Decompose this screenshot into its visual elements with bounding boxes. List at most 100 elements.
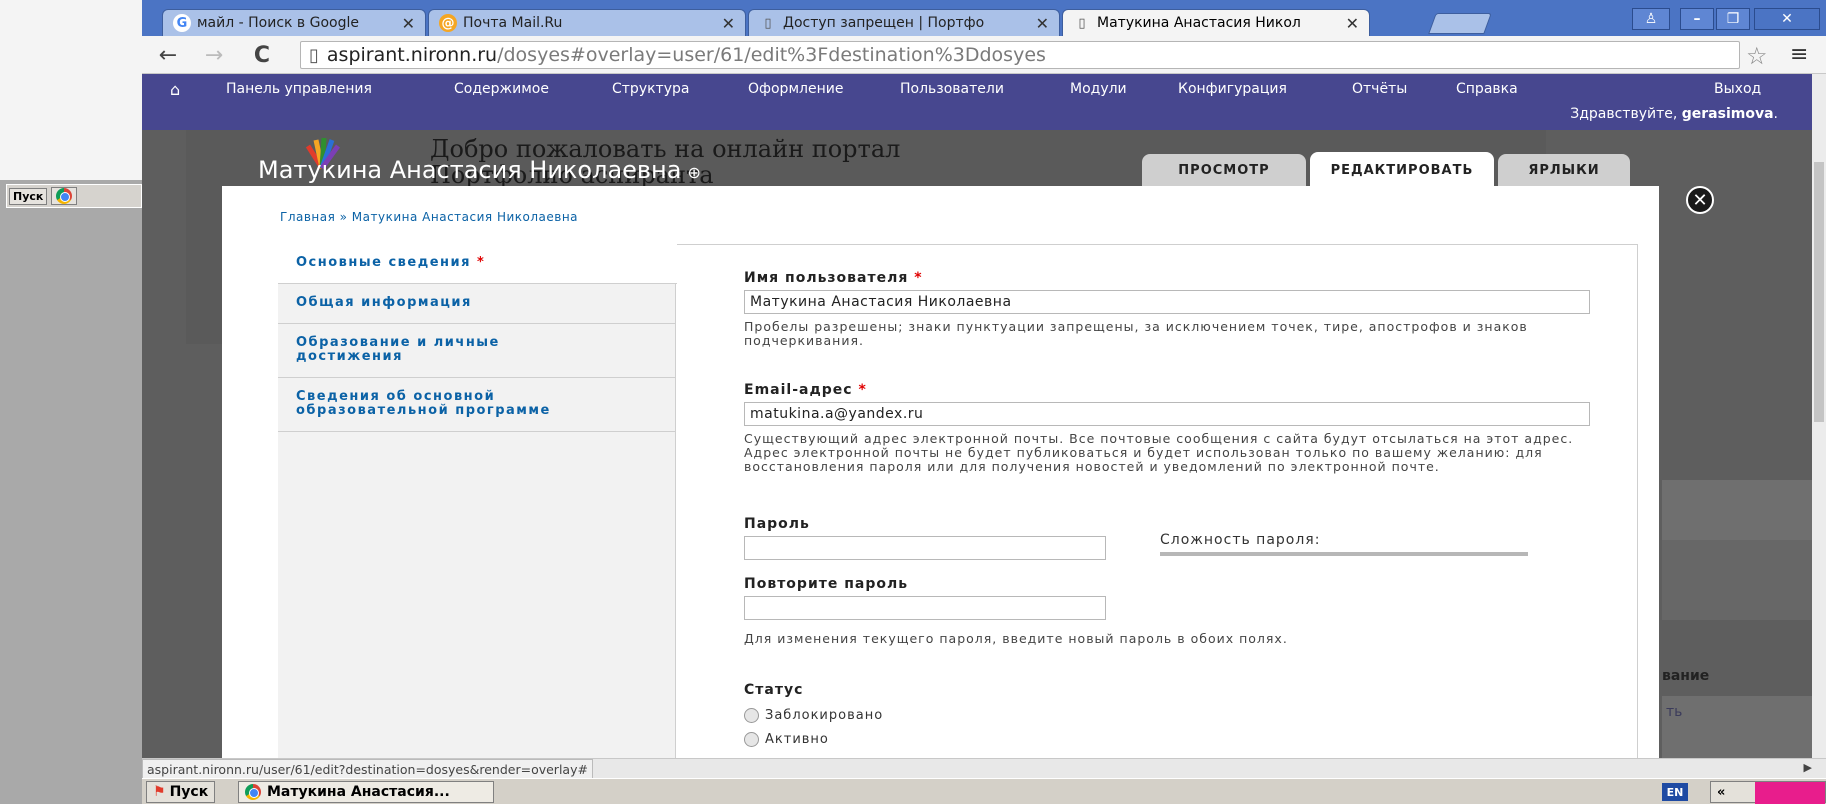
tab-mail-ru[interactable]: @ Почта Mail.Ru ✕	[428, 9, 746, 36]
windows-flag-icon: ⚑	[153, 784, 166, 800]
tab-google-search[interactable]: G майл - Поиск в Google ✕	[162, 9, 426, 36]
email-label-text: Email-адрес	[744, 382, 853, 398]
vtab-label: Основные сведения	[296, 255, 471, 270]
background-side-block	[1662, 480, 1818, 540]
background-link: ть	[1666, 704, 1683, 720]
address-bar[interactable]: ▯ aspirant.nironn.ru/dosyes#overlay=user…	[300, 41, 1740, 69]
password-hint: Для изменения текущего пароля, введите н…	[744, 631, 1288, 646]
username-input[interactable]	[744, 290, 1590, 314]
status-url: aspirant.nironn.ru/user/61/edit?destinat…	[142, 759, 593, 779]
tab-view[interactable]: ПРОСМОТР	[1142, 154, 1306, 186]
overlay-close-icon[interactable]: ✕	[1686, 186, 1714, 214]
required-mark: *	[477, 255, 486, 270]
greeting-prefix: Здравствуйте,	[1570, 106, 1682, 122]
username[interactable]: gerasimova	[1682, 106, 1774, 122]
close-icon[interactable]: ✕	[1346, 14, 1359, 33]
background-taskbar: Пуск	[6, 184, 142, 208]
forward-arrow-icon[interactable]: →	[200, 41, 228, 69]
email-input[interactable]	[744, 402, 1590, 426]
browser-toolbar: ← → C ▯ aspirant.nironn.ru/dosyes#overla…	[142, 36, 1826, 74]
vtab-education[interactable]: Образование и личные достижения	[278, 324, 676, 378]
system-tray[interactable]: «	[1710, 781, 1826, 804]
admin-menu-appearance[interactable]: Оформление	[748, 81, 843, 97]
username-label-text: Имя пользователя	[744, 270, 909, 286]
logout-link[interactable]: Выход	[1714, 81, 1761, 97]
vtab-general-info[interactable]: Общая информация	[278, 284, 676, 324]
status-active-radio[interactable]: Активно	[744, 732, 829, 747]
admin-menu-content[interactable]: Содержимое	[454, 81, 549, 97]
tab-edit[interactable]: РЕДАКТИРОВАТЬ	[1310, 152, 1494, 188]
admin-menu-help[interactable]: Справка	[1456, 81, 1518, 97]
vtab-basic-info[interactable]: Основные сведения *	[278, 244, 677, 284]
back-arrow-icon[interactable]: ←	[154, 41, 182, 69]
minimize-button[interactable]: –	[1680, 8, 1714, 30]
background-side-block	[1662, 696, 1818, 760]
status-label: Статус	[744, 682, 804, 698]
home-icon[interactable]: ⌂	[170, 80, 180, 99]
admin-menu-dashboard[interactable]: Панель управления	[226, 81, 372, 97]
bookmark-star-icon[interactable]: ☆	[1746, 42, 1768, 70]
breadcrumb[interactable]: Главная » Матукина Анастасия Николаевна	[280, 210, 578, 224]
password-confirm-input[interactable]	[744, 596, 1106, 620]
shortcut-add-icon[interactable]: ⊕	[687, 163, 700, 182]
scroll-right-arrow-icon[interactable]: ▶	[1804, 761, 1812, 774]
tab-title: Доступ запрещен | Портфо	[783, 15, 985, 31]
page-icon: ▯	[1078, 15, 1086, 31]
admin-menu-structure[interactable]: Структура	[612, 81, 689, 97]
admin-menu-configuration[interactable]: Конфигурация	[1178, 81, 1287, 97]
greeting-suffix: .	[1773, 106, 1778, 122]
new-tab-button[interactable]	[1428, 13, 1492, 34]
password-strength-label: Сложность пароля:	[1160, 532, 1321, 548]
tab-title: Почта Mail.Ru	[463, 15, 563, 31]
tab-shortcuts[interactable]: ЯРЛЫКИ	[1498, 154, 1630, 186]
background-chrome-icon	[51, 187, 78, 205]
page-icon: ▯	[764, 15, 772, 31]
desktop-gray-area	[0, 180, 142, 804]
window-close-button[interactable]: ✕	[1754, 8, 1820, 30]
tray-clock	[1755, 782, 1825, 804]
radio-button[interactable]	[744, 708, 759, 723]
close-icon[interactable]: ✕	[722, 14, 735, 33]
password-label: Пароль	[744, 516, 810, 532]
task-label: Матукина Анастасия...	[267, 784, 450, 800]
radio-button[interactable]	[744, 732, 759, 747]
admin-menu-users[interactable]: Пользователи	[900, 81, 1004, 97]
admin-menu-modules[interactable]: Модули	[1070, 81, 1127, 97]
vtab-label: Общая информация	[296, 295, 472, 310]
tab-access-denied[interactable]: ▯ Доступ запрещен | Портфо ✕	[748, 9, 1060, 36]
taskbar-chrome-window[interactable]: Матукина Анастасия...	[238, 781, 494, 803]
language-indicator[interactable]: EN	[1662, 783, 1688, 801]
browser-window: G майл - Поиск в Google ✕ @ Почта Mail.R…	[142, 0, 1826, 804]
tab-title: майл - Поиск в Google	[197, 15, 360, 31]
tab-user-profile[interactable]: ▯ Матукина Анастасия Никол ✕	[1062, 9, 1370, 36]
password-confirm-label: Повторите пароль	[744, 576, 909, 592]
scrollbar-thumb[interactable]	[1814, 162, 1824, 422]
desktop-area	[0, 0, 142, 180]
close-icon[interactable]: ✕	[402, 14, 415, 33]
tray-expand-icon[interactable]: «	[1717, 785, 1725, 800]
radio-label: Заблокировано	[765, 708, 884, 723]
close-icon[interactable]: ✕	[1036, 14, 1049, 33]
vtab-label: Образование и личные достижения	[296, 335, 500, 364]
address-host: aspirant.nironn.ru	[326, 44, 498, 66]
start-button[interactable]: ⚑ Пуск	[146, 781, 216, 803]
maximize-button[interactable]: ❐	[1716, 8, 1750, 30]
admin-menu-reports[interactable]: Отчёты	[1352, 81, 1407, 97]
status-blocked-radio[interactable]: Заблокировано	[744, 708, 883, 723]
reload-icon[interactable]: C	[248, 41, 276, 69]
google-icon: G	[173, 14, 191, 32]
user-icon[interactable]: ♙	[1632, 8, 1670, 30]
screen: Пуск G майл - Поиск в Google ✕ @ Почта M…	[0, 0, 1826, 804]
background-start-button: Пуск	[9, 187, 48, 205]
windows-taskbar: ⚑ Пуск Матукина Анастасия... EN «	[142, 778, 1826, 804]
admin-toolbar: ⌂ Панель управления Содержимое Структура…	[142, 74, 1826, 130]
start-label: Пуск	[169, 784, 209, 800]
username-label: Имя пользователя *	[744, 270, 923, 286]
required-mark: *	[858, 382, 867, 398]
vtab-program-info[interactable]: Сведения об основной образовательной про…	[278, 378, 676, 432]
vertical-scrollbar[interactable]	[1812, 74, 1826, 758]
menu-icon[interactable]: ≡	[1790, 42, 1808, 67]
tab-title: Матукина Анастасия Никол	[1097, 15, 1301, 31]
password-input[interactable]	[744, 536, 1106, 560]
chrome-icon	[245, 784, 261, 800]
